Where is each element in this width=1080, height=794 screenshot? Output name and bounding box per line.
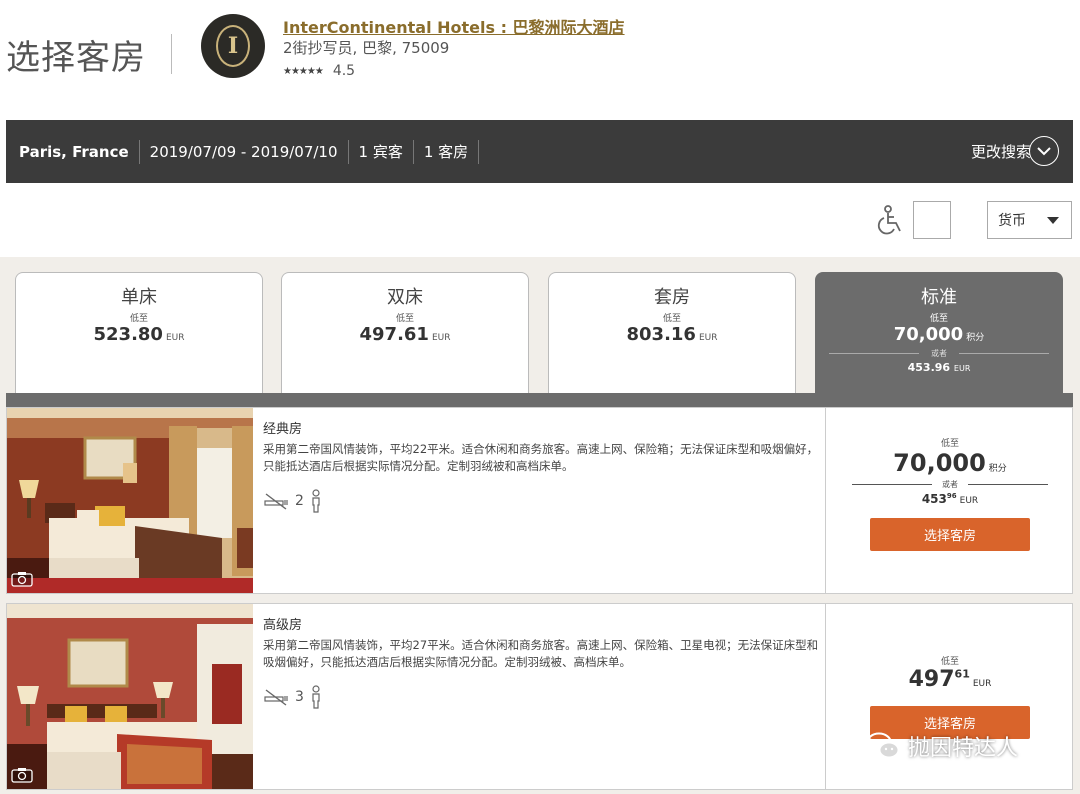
room-features: 3	[263, 685, 819, 709]
room-features: 2	[263, 489, 819, 513]
hotel-address: 2街抄写员, 巴黎, 75009	[283, 39, 450, 57]
tab-alt-price: 453.96 EUR	[816, 361, 1062, 374]
search-dates: 2019/07/09 - 2019/07/10	[140, 139, 349, 164]
accessible-icon	[877, 205, 901, 235]
tab-label: 标准	[921, 287, 957, 308]
no-smoking-icon	[264, 689, 288, 706]
room-photo[interactable]	[7, 604, 253, 789]
price-or-text: 或者	[852, 479, 1048, 490]
search-guests: 1 宾客	[349, 139, 414, 164]
logo-letter: I	[216, 25, 250, 67]
room-card-classic: 经典房 采用第二帝国风情装饰，平均22平米。适合休闲和商务旅客。高速上网、保险箱…	[6, 407, 1073, 594]
tab-alt-price-value: 453.96	[907, 361, 951, 374]
tab-suite[interactable]: 套房 低至 803.16 EUR	[548, 272, 796, 394]
price-cash: 45396 EUR	[826, 492, 1074, 506]
currency-select[interactable]: 货币	[987, 201, 1072, 239]
price-cash-unit: EUR	[972, 679, 992, 689]
tab-price: 70,000 积分	[816, 324, 1062, 345]
tab-price-unit: 积分	[966, 333, 985, 343]
price-cash-unit: EUR	[959, 496, 979, 506]
tab-price-unit: EUR	[698, 333, 718, 343]
price-cash: 49761EUR	[826, 667, 1074, 692]
tab-standard[interactable]: 标准 低至 70,000 积分 或者 453.96 EUR	[815, 272, 1063, 394]
rating-value: 4.5	[332, 63, 356, 79]
star-rating-icon: ★★★★★	[283, 65, 324, 77]
search-summary-bar: Paris, France 2019/07/09 - 2019/07/10 1 …	[6, 120, 1073, 183]
price-cash-main: 453	[921, 492, 947, 506]
hotel-name-link[interactable]: InterContinental Hotels : 巴黎洲际大酒店	[283, 14, 625, 38]
room-name[interactable]: 高级房	[263, 614, 819, 633]
tabs-underline	[6, 393, 1073, 407]
tab-alt-price-unit: EUR	[953, 364, 971, 373]
search-rooms: 1 客房	[414, 139, 480, 164]
price-cash-main: 497	[908, 667, 955, 692]
tab-double-bed[interactable]: 双床 低至 497.61 EUR	[281, 272, 529, 394]
person-icon	[312, 489, 320, 513]
price-points: 70,000 积分	[826, 449, 1074, 477]
tab-label: 套房	[654, 287, 690, 308]
tab-label: 单床	[121, 287, 157, 308]
tab-low-text: 低至	[662, 314, 681, 324]
accessible-checkbox[interactable]	[913, 201, 951, 239]
price-low-text: 低至	[940, 657, 959, 667]
room-photo-image	[7, 408, 253, 593]
tab-or-text: 或者	[829, 348, 1049, 359]
watermark-text: 抛因特达人	[908, 736, 1019, 761]
page: 选择客房 I InterContinental Hotels : 巴黎洲际大酒店…	[0, 0, 1080, 794]
chevron-down-icon	[1037, 146, 1051, 155]
page-header: 选择客房 I InterContinental Hotels : 巴黎洲际大酒店…	[0, 0, 1080, 118]
room-price-panel: 低至 70,000 积分 或者 45396 EUR 选择客房	[825, 408, 1074, 593]
room-details: 经典房 采用第二帝国风情装饰，平均22平米。适合休闲和商务旅客。高速上网、保险箱…	[263, 418, 819, 513]
wechat-icon	[866, 732, 900, 759]
tab-price-value: 523.80	[93, 324, 163, 345]
person-icon	[312, 685, 320, 709]
tab-price-unit: EUR	[165, 333, 185, 343]
price-cash-cents: 96	[946, 492, 957, 500]
room-description: 采用第二帝国风情装饰，平均27平米。适合休闲和商务旅客。高速上网、保险箱、卫星电…	[263, 638, 819, 669]
tab-price-value: 497.61	[359, 324, 429, 345]
tab-label: 双床	[387, 287, 423, 308]
header-divider	[171, 34, 172, 74]
tab-single-bed[interactable]: 单床 低至 523.80 EUR	[15, 272, 263, 394]
select-room-button[interactable]: 选择客房	[870, 518, 1030, 551]
page-title: 选择客房	[6, 38, 146, 78]
tab-price: 497.61 EUR	[282, 324, 528, 345]
no-smoking-icon	[264, 493, 288, 510]
watermark: 抛因特达人	[866, 730, 1018, 762]
change-search-link[interactable]: 更改搜索	[971, 141, 1031, 162]
tab-low-text: 低至	[395, 314, 414, 324]
tab-price-value: 70,000	[893, 324, 964, 345]
room-details: 高级房 采用第二帝国风情装饰，平均27平米。适合休闲和商务旅客。高速上网、保险箱…	[263, 614, 819, 709]
price-low-text: 低至	[940, 439, 959, 449]
price-points-unit: 积分	[988, 464, 1007, 474]
room-photo-image	[7, 604, 253, 789]
room-occupancy: 3	[295, 689, 304, 705]
price-cash-cents: 61	[954, 667, 970, 681]
tab-low-text: 低至	[929, 314, 948, 324]
caret-down-icon	[1047, 217, 1059, 224]
tab-price: 803.16 EUR	[549, 324, 795, 345]
tab-low-text: 低至	[129, 314, 148, 324]
tab-price-value: 803.16	[626, 324, 696, 345]
tab-price: 523.80 EUR	[16, 324, 262, 345]
room-occupancy: 2	[295, 493, 304, 509]
currency-label: 货币	[998, 213, 1026, 229]
price-points-value: 70,000	[893, 449, 986, 477]
room-photo[interactable]	[7, 408, 253, 593]
hotel-rating: ★★★★★ 4.5	[283, 63, 355, 79]
camera-icon[interactable]	[11, 767, 33, 783]
tab-price-unit: EUR	[431, 333, 451, 343]
search-city: Paris, France	[6, 139, 140, 164]
camera-icon[interactable]	[11, 571, 33, 587]
change-search-toggle[interactable]	[1029, 136, 1059, 166]
hotel-logo: I	[201, 14, 265, 78]
room-description: 采用第二帝国风情装饰，平均22平米。适合休闲和商务旅客。高速上网、保险箱；无法保…	[263, 442, 819, 473]
room-name[interactable]: 经典房	[263, 418, 819, 437]
